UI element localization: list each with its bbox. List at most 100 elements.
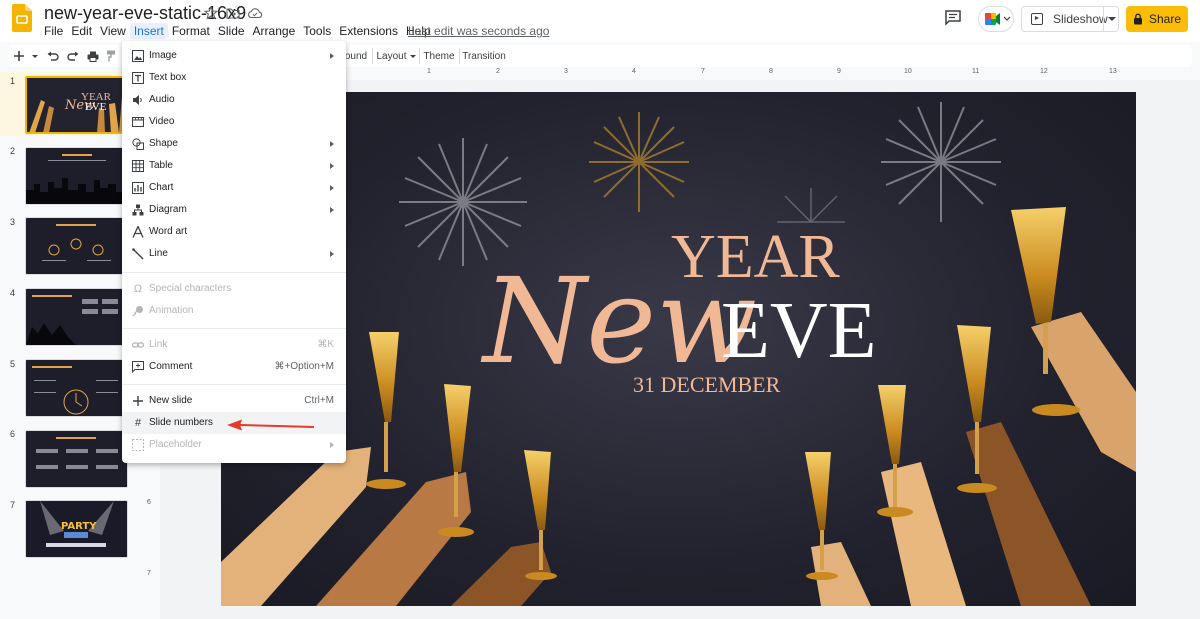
share-button[interactable]: Share — [1126, 6, 1188, 32]
arm-7 — [1011, 207, 1136, 472]
title-icons — [203, 5, 263, 21]
ruler-tick: 1 — [427, 68, 431, 75]
slideshow-dropdown-icon[interactable] — [1108, 17, 1116, 21]
menu-item-label: Comment — [149, 361, 193, 372]
title-date: 31 DECEMBER — [633, 372, 781, 397]
menu-view[interactable]: View — [96, 23, 130, 39]
slide-number: 6 — [10, 429, 16, 439]
menu-tools[interactable]: Tools — [299, 23, 335, 39]
shape-icon — [131, 137, 145, 151]
slide-thumbnail-6[interactable] — [25, 430, 128, 488]
ruler-tick: 6 — [147, 499, 151, 506]
slide-canvas[interactable]: YEAR New EVE 31 DECEMBER — [221, 92, 1136, 606]
menu-item-label: Word art — [149, 226, 188, 237]
thumb-party-text: PARTY — [61, 521, 97, 532]
layout-dropdown-icon — [409, 54, 416, 58]
meet-button[interactable] — [978, 6, 1014, 32]
menu-item-label: Text box — [149, 72, 187, 83]
submenu-arrow-icon — [330, 442, 334, 448]
menu-arrange[interactable]: Arrange — [249, 23, 300, 39]
header-bar: new-year-eve-static-16x9 File Edit View … — [0, 0, 1200, 42]
share-label: Share — [1148, 12, 1182, 26]
cloud-saved-icon[interactable] — [247, 5, 263, 21]
slide-thumbnail-3[interactable] — [25, 217, 128, 275]
menu-item-label: New slide — [149, 395, 193, 406]
comment-history-icon[interactable] — [944, 10, 964, 28]
title-new: New — [480, 252, 757, 390]
menu-item-comment[interactable]: Comment ⌘+Option+M — [122, 356, 346, 378]
menu-separator — [122, 384, 346, 385]
last-edit-link[interactable]: Last edit was seconds ago — [408, 24, 549, 38]
theme-button[interactable]: Theme — [423, 48, 455, 64]
ruler-tick: 2 — [496, 68, 500, 75]
layout-button[interactable]: Layout — [376, 48, 416, 64]
title-eve: EVE — [721, 287, 877, 375]
menu-item-chart[interactable]: Chart — [122, 177, 346, 199]
menu-extensions[interactable]: Extensions — [335, 23, 402, 39]
paint-format-icon[interactable] — [104, 48, 118, 64]
slide-thumbnail-1[interactable]: YEAR New EVE — [25, 76, 128, 134]
menu-item-label: Diagram — [149, 204, 187, 215]
menu-slide[interactable]: Slide — [214, 23, 249, 39]
audio-icon — [131, 93, 145, 107]
submenu-arrow-icon — [330, 53, 334, 59]
layout-label: Layout — [376, 50, 407, 62]
undo-icon[interactable] — [46, 48, 60, 64]
new-slide-button[interactable] — [12, 48, 42, 64]
thumb-eve-text: EVE — [85, 101, 107, 113]
menu-item-image[interactable]: Image — [122, 45, 346, 67]
ruler-tick: 9 — [837, 68, 841, 75]
menu-insert[interactable]: Insert — [129, 23, 168, 39]
slide-thumbnail-7[interactable]: PARTY — [25, 500, 128, 558]
star-icon[interactable] — [203, 5, 219, 21]
background-button[interactable]: ound — [344, 48, 368, 64]
slide-thumbnail-4[interactable] — [25, 288, 128, 346]
menu-item-label: Special characters — [149, 283, 232, 294]
menu-item-line[interactable]: Line — [122, 243, 346, 265]
arm-4 — [805, 452, 871, 606]
menu-item-label: Table — [149, 160, 173, 171]
menu-edit[interactable]: Edit — [67, 23, 96, 39]
comment-icon — [131, 360, 145, 374]
ruler-tick: 7 — [701, 68, 705, 75]
menu-item-text-box[interactable]: Text box — [122, 67, 346, 89]
slide-number: 5 — [10, 359, 16, 369]
menu-item-placeholder: Placeholder — [122, 434, 346, 456]
menu-item-new-slide[interactable]: New slide Ctrl+M — [122, 390, 346, 412]
menu-item-table[interactable]: Table — [122, 155, 346, 177]
chart-icon — [131, 181, 145, 195]
menu-format[interactable]: Format — [168, 23, 214, 39]
menu-file[interactable]: File — [40, 23, 67, 39]
menu-item-link: Link ⌘K — [122, 334, 346, 356]
slideshow-label: Slideshow — [1053, 12, 1108, 26]
animation-icon — [131, 304, 145, 318]
move-folder-icon[interactable] — [225, 5, 241, 21]
slides-logo-icon[interactable] — [12, 4, 32, 32]
submenu-arrow-icon — [330, 251, 334, 257]
slideshow-button[interactable]: Slideshow — [1021, 6, 1119, 32]
menu-separator — [122, 328, 346, 329]
slide-thumbnail-2[interactable] — [25, 147, 128, 205]
slide-number: 2 — [10, 146, 16, 156]
annotation-arrow-icon — [226, 418, 316, 432]
menu-item-shape[interactable]: Shape — [122, 133, 346, 155]
transition-button[interactable]: Transition — [462, 48, 506, 64]
menu-item-diagram[interactable]: Diagram — [122, 199, 346, 221]
ruler-tick: 10 — [904, 68, 912, 75]
menu-item-video[interactable]: Video — [122, 111, 346, 133]
menu-item-audio[interactable]: Audio — [122, 89, 346, 111]
slide-thumbnail-5[interactable] — [25, 359, 128, 417]
print-icon[interactable] — [86, 48, 100, 64]
menu-item-label: Slide numbers — [149, 417, 213, 428]
toolbar-divider — [372, 48, 373, 64]
present-icon — [1031, 13, 1043, 25]
omega-icon: Ω — [133, 283, 143, 295]
menu-separator — [122, 272, 346, 273]
firework-right — [881, 102, 1001, 222]
submenu-arrow-icon — [330, 185, 334, 191]
insert-menu: Image Text box Audio Video Shape Table C… — [122, 41, 346, 463]
menu-item-label: Audio — [149, 94, 175, 105]
redo-icon[interactable] — [66, 48, 80, 64]
menu-item-word-art[interactable]: Word art — [122, 221, 346, 243]
firework-left — [399, 138, 527, 266]
